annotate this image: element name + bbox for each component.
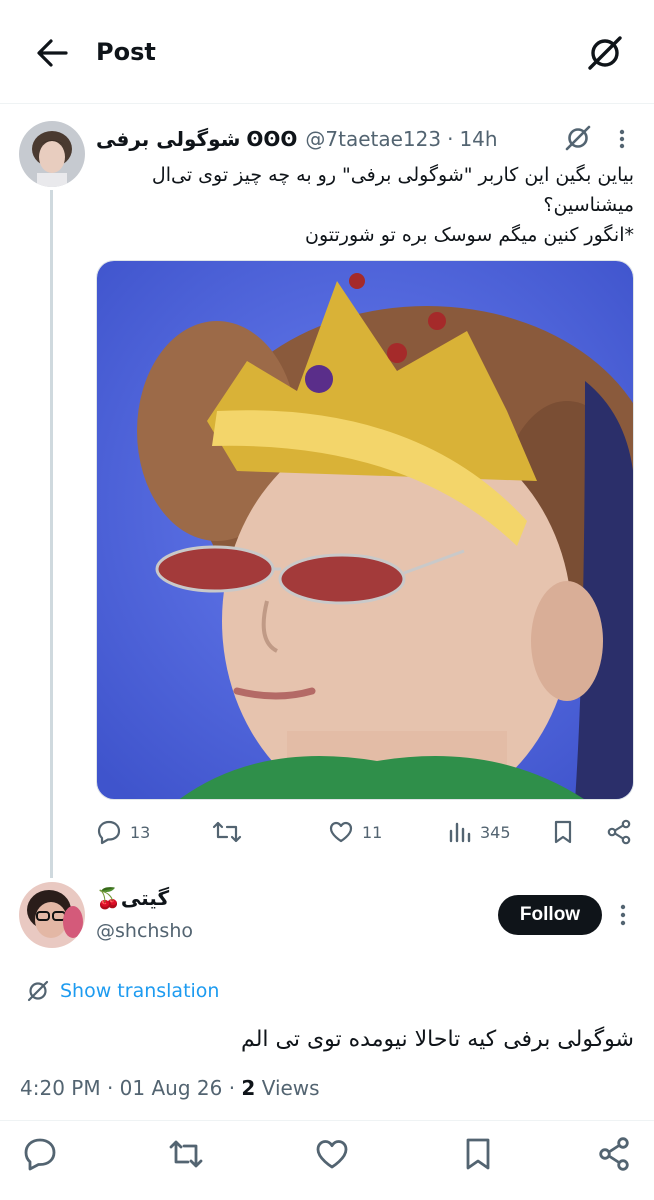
post-text-line: میشناسین؟ xyxy=(543,194,634,216)
show-translation-link[interactable]: Show translation xyxy=(26,976,219,1006)
avatar[interactable] xyxy=(19,121,85,187)
like-count: 11 xyxy=(362,822,383,842)
post-action-bar xyxy=(0,1132,654,1176)
like-icon[interactable] xyxy=(314,1136,350,1172)
views-button[interactable]: 345 xyxy=(448,816,511,848)
like-button[interactable]: 11 xyxy=(328,816,382,848)
post-time[interactable]: 4:20 PM xyxy=(20,1076,101,1100)
grok-icon[interactable] xyxy=(564,124,592,152)
post-actions: 13 11 345 xyxy=(96,816,634,848)
post-image[interactable] xyxy=(96,260,634,800)
username[interactable]: @7taetae123 xyxy=(305,127,441,151)
separator-dot: · xyxy=(228,1076,242,1100)
repost-button[interactable] xyxy=(212,816,242,848)
repost-icon[interactable] xyxy=(168,1136,204,1172)
bookmark-button[interactable] xyxy=(552,816,574,848)
separator-dot: · xyxy=(447,127,454,151)
reply-icon xyxy=(97,820,121,845)
more-icon[interactable] xyxy=(608,128,636,150)
thread-line xyxy=(50,190,53,878)
views-icon xyxy=(449,822,471,843)
top-bar: Post xyxy=(0,0,654,104)
reply-icon[interactable] xyxy=(22,1136,58,1172)
post-text: بیاین بگین این کاربر "شوگولی برفی" رو به… xyxy=(96,160,634,250)
post-text-line: *انگور کنین میگم سوسک بره تو شورتتون xyxy=(304,224,634,246)
display-name[interactable]: شوگولی برفی xyxy=(96,127,240,151)
name-badge: ʘʘʘ xyxy=(246,127,298,151)
separator-dot: · xyxy=(106,1076,120,1100)
post-date[interactable]: 01 Aug 26 xyxy=(120,1076,223,1100)
reply-count: 13 xyxy=(130,822,151,842)
follow-button[interactable]: Follow xyxy=(498,895,602,935)
views-label: Views xyxy=(261,1076,320,1100)
header-divider xyxy=(0,103,654,104)
page-title: Post xyxy=(96,38,156,66)
grok-icon[interactable] xyxy=(586,34,624,72)
views-count: 2 xyxy=(241,1076,256,1100)
avatar[interactable] xyxy=(19,882,85,948)
post-meta: 4:20 PM · 01 Aug 26 · 2 Views xyxy=(20,1076,320,1100)
timestamp[interactable]: 14h xyxy=(459,127,497,151)
display-name[interactable]: گیتی🍒 xyxy=(96,886,169,910)
username[interactable]: @shchsho xyxy=(96,920,193,942)
translate-icon xyxy=(27,980,49,1002)
share-button[interactable] xyxy=(606,816,632,848)
repost-icon xyxy=(212,821,242,843)
bookmark-icon xyxy=(554,820,572,844)
post-text-line: بیاین بگین این کاربر "شوگولی برفی" رو به… xyxy=(151,164,634,186)
show-translation-label: Show translation xyxy=(60,980,220,1002)
back-arrow-icon[interactable] xyxy=(34,36,70,70)
post-header: شوگولی برفی ʘʘʘ @7taetae123 · 14h xyxy=(96,124,546,154)
bookmark-icon[interactable] xyxy=(460,1136,496,1172)
reply-button[interactable]: 13 xyxy=(96,816,150,848)
post-text: شوگولی برفی کیه تاحالا نیومده توی تی الم xyxy=(241,1027,634,1052)
share-icon xyxy=(607,819,631,845)
more-icon[interactable] xyxy=(612,904,634,926)
share-icon[interactable] xyxy=(596,1136,632,1172)
like-icon xyxy=(329,821,353,843)
meta-divider xyxy=(0,1120,654,1121)
view-count: 345 xyxy=(480,822,511,842)
